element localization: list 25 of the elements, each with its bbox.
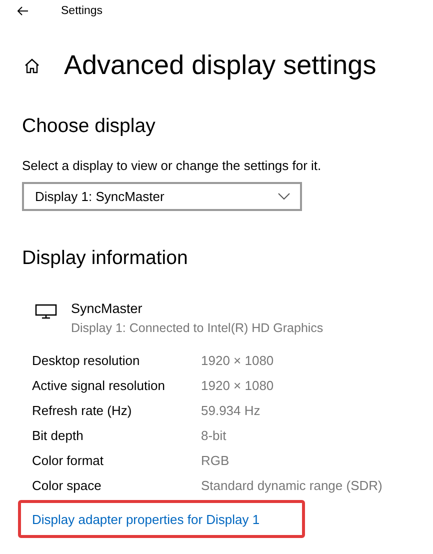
info-label: Refresh rate (Hz) bbox=[32, 403, 133, 418]
info-value: RGB bbox=[201, 453, 230, 468]
window-title: Settings bbox=[61, 5, 103, 17]
info-label: Active signal resolution bbox=[32, 378, 166, 393]
adapter-properties-link[interactable]: Display adapter properties for Display 1 bbox=[32, 512, 260, 526]
info-label: Color space bbox=[32, 478, 102, 493]
info-label: Bit depth bbox=[32, 428, 84, 443]
info-value: 1920 × 1080 bbox=[201, 353, 274, 368]
display-dropdown[interactable]: Display 1: SyncMaster bbox=[22, 182, 302, 211]
monitor-icon bbox=[35, 304, 57, 319]
info-value: Standard dynamic range (SDR) bbox=[201, 478, 382, 493]
info-value: 8-bit bbox=[201, 428, 226, 443]
monitor-name: SyncMaster bbox=[71, 300, 144, 318]
info-value: 59.934 Hz bbox=[201, 403, 260, 418]
back-arrow-icon[interactable] bbox=[17, 6, 29, 16]
chevron-down-icon bbox=[278, 193, 290, 200]
info-label: Color format bbox=[32, 453, 105, 468]
page-title: Advanced display settings bbox=[64, 50, 376, 81]
section-heading: Display information bbox=[21, 247, 189, 270]
section-heading: Choose display bbox=[21, 115, 156, 138]
info-label: Desktop resolution bbox=[32, 353, 141, 368]
home-icon[interactable] bbox=[24, 58, 40, 74]
info-value: 1920 × 1080 bbox=[201, 378, 274, 393]
description-text: Select a display to view or change the settings for it. bbox=[21, 158, 322, 173]
monitor-subtitle: Display 1: Connected to Intel(R) HD Graphics bbox=[71, 320, 324, 337]
